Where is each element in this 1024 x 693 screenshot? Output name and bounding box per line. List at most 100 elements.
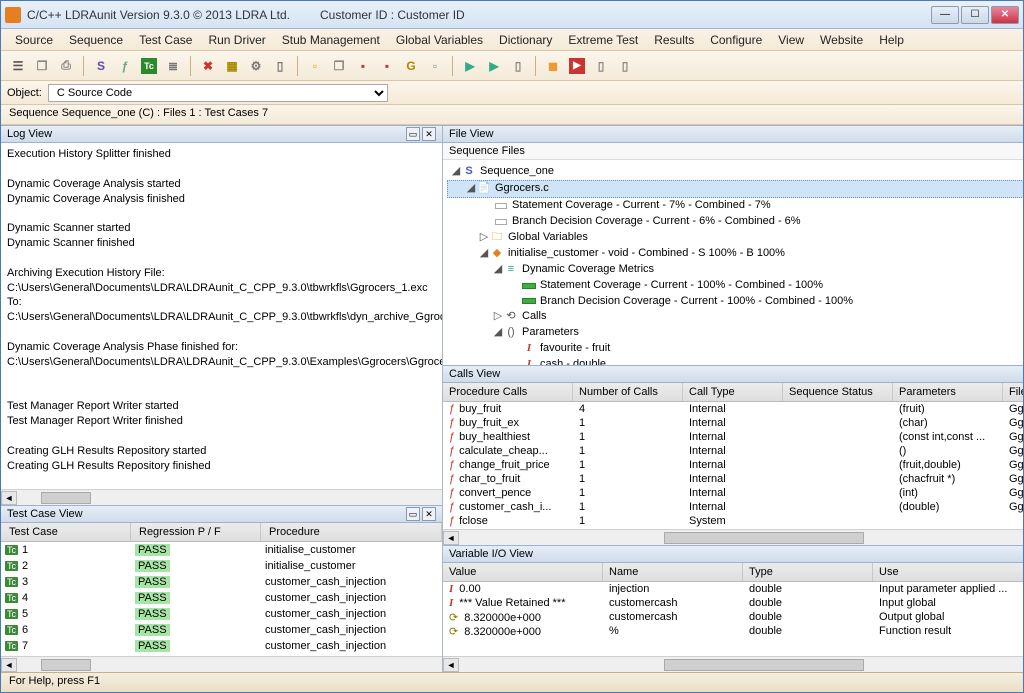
menu-help[interactable]: Help xyxy=(871,31,912,49)
tool-rec-icon[interactable]: ▯ xyxy=(507,55,529,77)
tool-copy2-icon[interactable]: ❐ xyxy=(328,55,350,77)
menu-test-case[interactable]: Test Case xyxy=(131,31,200,49)
panel-pin-icon[interactable]: ▭ xyxy=(406,127,420,141)
menu-run-driver[interactable]: Run Driver xyxy=(200,31,273,49)
col-procedure-calls[interactable]: Procedure Calls xyxy=(443,383,573,401)
tool-rstop-icon[interactable]: ▯ xyxy=(614,55,636,77)
tc-hscrollbar[interactable]: ◄ xyxy=(1,656,442,672)
tool-play2-icon[interactable]: ▶ xyxy=(483,55,505,77)
testcase-row[interactable]: Tc7 PASS customer_cash_injection xyxy=(1,638,442,654)
tool-testcase-icon[interactable]: Tc xyxy=(138,55,160,77)
tool-doc-icon[interactable]: ▯ xyxy=(269,55,291,77)
calls-hscrollbar[interactable]: ◄► xyxy=(443,529,1023,545)
tool-grid-icon[interactable]: ▦ xyxy=(221,55,243,77)
menu-view[interactable]: View xyxy=(770,31,812,49)
testcase-row[interactable]: Tc5 PASS customer_cash_injection xyxy=(1,606,442,622)
sequence-files-heading: Sequence Files xyxy=(443,143,1023,160)
col-value[interactable]: Value xyxy=(443,563,603,581)
calls-row[interactable]: ƒbuy_healthiest 1 Internal (const int,co… xyxy=(443,430,1023,444)
menu-extreme-test[interactable]: Extreme Test xyxy=(560,31,646,49)
file-tree[interactable]: ◢SSequence_one ◢📄Ggrocers.c Statement Co… xyxy=(443,160,1023,365)
col-number-calls[interactable]: Number of Calls xyxy=(573,383,683,401)
col-testcase[interactable]: Test Case xyxy=(1,523,131,541)
vario-row[interactable]: I0.00 injection double Input parameter a… xyxy=(443,582,1023,596)
vario-header: Value Name Type Use Regres xyxy=(443,563,1023,582)
tool-sequence-icon[interactable]: S xyxy=(90,55,112,77)
col-parameters[interactable]: Parameters xyxy=(893,383,1003,401)
tool-list-icon[interactable]: ≣ xyxy=(162,55,184,77)
tool-copy-icon[interactable]: ❐ xyxy=(31,55,53,77)
tool-global-icon[interactable]: G xyxy=(400,55,422,77)
app-icon xyxy=(5,7,21,23)
menu-global-variables[interactable]: Global Variables xyxy=(388,31,491,49)
variable-io-view-panel: Variable I/O View ▭ ✕ Value Name Type Us… xyxy=(443,545,1023,672)
calls-row[interactable]: ƒcustomer_cash_i... 1 Internal (double) … xyxy=(443,500,1023,514)
log-content: Execution History Splitter finished Dyna… xyxy=(1,143,442,489)
calls-header: Procedure Calls Number of Calls Call Typ… xyxy=(443,383,1023,402)
menubar: SourceSequenceTest CaseRun DriverStub Ma… xyxy=(1,29,1023,51)
panel-close-icon[interactable]: ✕ xyxy=(422,127,436,141)
calls-row[interactable]: ƒchange_fruit_price 1 Internal (fruit,do… xyxy=(443,458,1023,472)
col-use[interactable]: Use xyxy=(873,563,1023,581)
col-call-type[interactable]: Call Type xyxy=(683,383,783,401)
toolbar: ☰ ❐ ⎙ S ƒ Tc ≣ ✖ ▦ ⚙ ▯ ▫ ❐ ▪ ▪ G ▫ ▶ ▶ ▯… xyxy=(1,51,1023,81)
variable-io-view-title: Variable I/O View xyxy=(449,548,533,560)
tool-save-icon[interactable]: ⎙ xyxy=(55,55,77,77)
file-view-title: File View xyxy=(449,128,493,140)
close-button[interactable]: ✕ xyxy=(991,6,1019,24)
testcase-row[interactable]: Tc4 PASS customer_cash_injection xyxy=(1,590,442,606)
calls-row[interactable]: ƒchar_to_fruit 1 Internal (chacfruit *) … xyxy=(443,472,1023,486)
menu-dictionary[interactable]: Dictionary xyxy=(491,31,560,49)
col-seq-status[interactable]: Sequence Status xyxy=(783,383,893,401)
col-type[interactable]: Type xyxy=(743,563,873,581)
tool-files-icon[interactable]: ▪ xyxy=(352,55,374,77)
calls-row[interactable]: ƒbuy_fruit_ex 1 Internal (char) Ggrocers… xyxy=(443,416,1023,430)
menu-website[interactable]: Website xyxy=(812,31,871,49)
col-name[interactable]: Name xyxy=(603,563,743,581)
calls-view-title: Calls View xyxy=(449,368,500,380)
tool-stack-icon[interactable]: ▪ xyxy=(376,55,398,77)
sequence-bar: Sequence Sequence_one (C) : Files 1 : Te… xyxy=(1,105,1023,125)
maximize-button[interactable]: ☐ xyxy=(961,6,989,24)
panel-pin-icon[interactable]: ▭ xyxy=(406,507,420,521)
tool-mod-icon[interactable]: ▫ xyxy=(424,55,446,77)
tool-gear-icon[interactable]: ⚙ xyxy=(245,55,267,77)
menu-stub-management[interactable]: Stub Management xyxy=(274,31,388,49)
col-procedure[interactable]: Procedure xyxy=(261,523,442,541)
vario-row[interactable]: I*** Value Retained *** customercash dou… xyxy=(443,596,1023,610)
tool-rstep-icon[interactable]: ▯ xyxy=(590,55,612,77)
menu-configure[interactable]: Configure xyxy=(702,31,770,49)
menu-source[interactable]: Source xyxy=(7,31,61,49)
calls-view-panel: Calls View ▭ ✕ Procedure Calls Number of… xyxy=(443,365,1023,545)
testcase-row[interactable]: Tc6 PASS customer_cash_injection xyxy=(1,622,442,638)
panel-close-icon[interactable]: ✕ xyxy=(422,507,436,521)
vario-row[interactable]: ⟳8.320000e+000 % double Function result … xyxy=(443,624,1023,638)
calls-row[interactable]: ƒcalculate_cheap... 1 Internal () Ggroce… xyxy=(443,444,1023,458)
tool-func-icon[interactable]: ƒ xyxy=(114,55,136,77)
calls-row[interactable]: ƒbuy_fruit 4 Internal (fruit) Ggrocers.c xyxy=(443,402,1023,416)
vario-row[interactable]: ⟳8.320000e+000 customercash double Outpu… xyxy=(443,610,1023,624)
tool-play-icon[interactable]: ▶ xyxy=(459,55,481,77)
testcase-row[interactable]: Tc3 PASS customer_cash_injection xyxy=(1,574,442,590)
calls-row[interactable]: ƒconvert_pence 1 Internal (int) Ggrocers… xyxy=(443,486,1023,500)
tool-delete-icon[interactable]: ✖ xyxy=(197,55,219,77)
menu-sequence[interactable]: Sequence xyxy=(61,31,131,49)
minimize-button[interactable]: — xyxy=(931,6,959,24)
menu-results[interactable]: Results xyxy=(646,31,702,49)
object-combo[interactable]: C Source Code xyxy=(48,84,388,102)
object-bar: Object: C Source Code xyxy=(1,81,1023,105)
tool-new-icon[interactable]: ▫ xyxy=(304,55,326,77)
testcase-row[interactable]: Tc1 PASS initialise_customer xyxy=(1,542,442,558)
object-label: Object: xyxy=(7,87,42,99)
col-regression[interactable]: Regression P / F xyxy=(131,523,261,541)
tool-tree-icon[interactable]: ☰ xyxy=(7,55,29,77)
testcase-row[interactable]: Tc2 PASS initialise_customer xyxy=(1,558,442,574)
tool-rplay-icon[interactable]: ▶ xyxy=(566,55,588,77)
window-title: C/C++ LDRAunit Version 9.3.0 © 2013 LDRA… xyxy=(27,8,931,22)
statusbar: For Help, press F1 xyxy=(1,672,1023,692)
calls-row[interactable]: ƒfclose 1 System xyxy=(443,514,1023,528)
log-hscrollbar[interactable]: ◄ xyxy=(1,489,442,505)
col-file-name[interactable]: File Name xyxy=(1003,383,1023,401)
vario-hscrollbar[interactable]: ◄► xyxy=(443,656,1023,672)
tool-run-icon[interactable]: ◼ xyxy=(542,55,564,77)
